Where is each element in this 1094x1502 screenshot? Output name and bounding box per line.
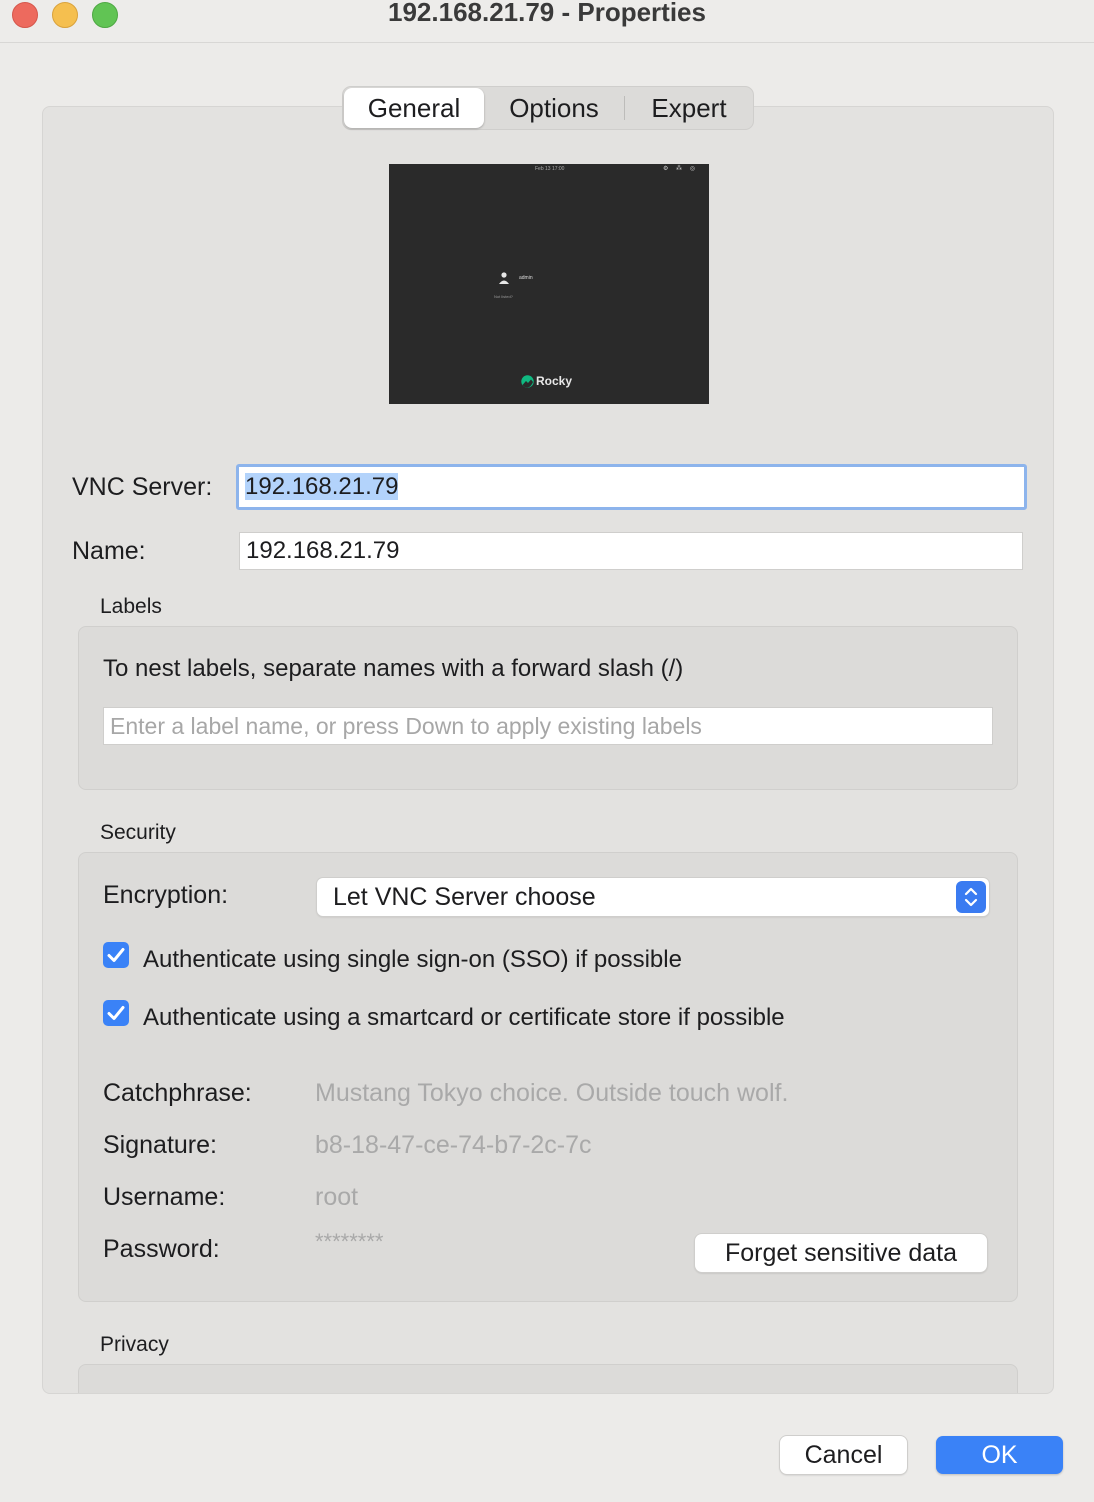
preview-clock: Feb 13 17:00 bbox=[535, 166, 565, 172]
forget-sensitive-data-button[interactable]: Forget sensitive data bbox=[695, 1234, 987, 1272]
signature-label: Signature: bbox=[103, 1131, 217, 1159]
smartcard-label[interactable]: Authenticate using a smartcard or certif… bbox=[143, 1004, 785, 1032]
password-label: Password: bbox=[103, 1235, 220, 1263]
labels-section-title: Labels bbox=[100, 595, 162, 618]
vnc-server-label: VNC Server: bbox=[72, 473, 213, 501]
checkmark-icon bbox=[107, 948, 125, 962]
preview-hint: Not listed? bbox=[494, 294, 513, 299]
password-value: ******** bbox=[315, 1229, 384, 1254]
privacy-group bbox=[78, 1364, 1018, 1393]
privacy-section-title: Privacy bbox=[100, 1333, 169, 1356]
preview-system-icons: ⚙ ⁂ ◎ bbox=[663, 166, 698, 172]
labels-hint: To nest labels, separate names with a fo… bbox=[103, 655, 684, 682]
tab-options[interactable]: Options bbox=[484, 88, 624, 128]
cancel-button[interactable]: Cancel bbox=[780, 1436, 907, 1474]
user-avatar-icon bbox=[499, 272, 509, 284]
security-section-title: Security bbox=[100, 821, 176, 844]
smartcard-checkbox[interactable] bbox=[103, 1000, 129, 1026]
encryption-dropdown[interactable]: Let VNC Server choose bbox=[317, 878, 989, 916]
ok-button[interactable]: OK bbox=[936, 1436, 1063, 1474]
encryption-value: Let VNC Server choose bbox=[333, 883, 596, 911]
sso-checkbox[interactable] bbox=[103, 942, 129, 968]
rocky-logo: Rocky bbox=[521, 374, 572, 388]
tab-expert[interactable]: Expert bbox=[625, 88, 753, 128]
chevron-updown-icon bbox=[956, 881, 986, 913]
desktop-preview-thumbnail: Feb 13 17:00 ⚙ ⁂ ◎ admin Not listed? Roc… bbox=[389, 164, 709, 404]
signature-value: b8-18-47-ce-74-b7-2c-7c bbox=[315, 1131, 592, 1159]
security-group: Encryption: Let VNC Server choose Authen… bbox=[78, 852, 1018, 1302]
general-panel: Feb 13 17:00 ⚙ ⁂ ◎ admin Not listed? Roc… bbox=[42, 106, 1054, 1394]
rocky-logo-icon bbox=[521, 374, 534, 388]
window-title: 192.168.21.79 - Properties bbox=[388, 0, 706, 27]
username-label: Username: bbox=[103, 1183, 226, 1211]
label-name-input[interactable]: Enter a label name, or press Down to app… bbox=[103, 707, 993, 745]
name-value: 192.168.21.79 bbox=[246, 537, 400, 564]
name-input[interactable]: 192.168.21.79 bbox=[239, 532, 1023, 570]
title-bar: 192.168.21.79 - Properties bbox=[0, 0, 1094, 43]
rocky-logo-text: Rocky bbox=[536, 374, 573, 388]
tab-bar: General Options Expert bbox=[342, 86, 754, 130]
catchphrase-label: Catchphrase: bbox=[103, 1079, 252, 1107]
vnc-server-value: 192.168.21.79 bbox=[245, 473, 399, 500]
labels-group: To nest labels, separate names with a fo… bbox=[78, 626, 1018, 790]
tab-general[interactable]: General bbox=[344, 88, 484, 128]
encryption-label: Encryption: bbox=[103, 881, 229, 909]
preview-username: admin bbox=[519, 275, 533, 281]
username-value: root bbox=[315, 1183, 359, 1211]
sso-label[interactable]: Authenticate using single sign-on (SSO) … bbox=[143, 946, 682, 974]
catchphrase-value: Mustang Tokyo choice. Outside touch wolf… bbox=[315, 1079, 789, 1107]
checkmark-icon bbox=[107, 1006, 125, 1020]
label-input-placeholder: Enter a label name, or press Down to app… bbox=[110, 713, 702, 739]
vnc-server-input[interactable]: 192.168.21.79 bbox=[236, 464, 1027, 510]
name-label: Name: bbox=[72, 537, 146, 565]
